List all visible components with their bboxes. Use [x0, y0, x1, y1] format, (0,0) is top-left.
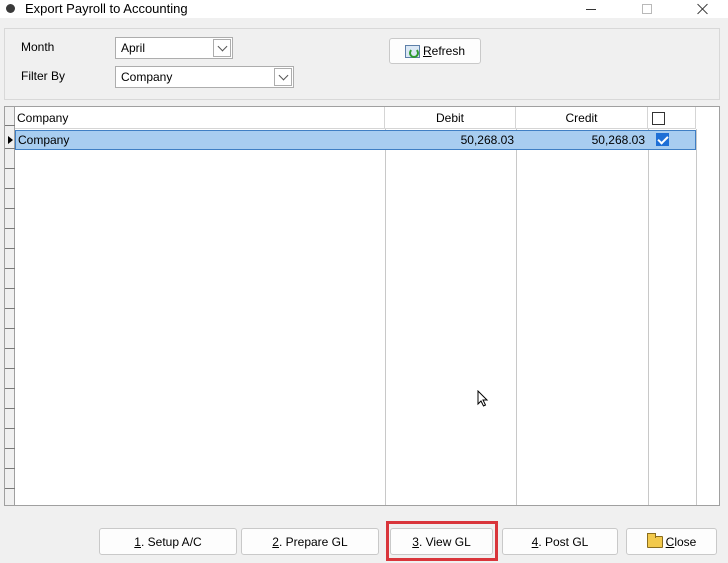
row-header — [5, 290, 15, 309]
month-label: Month — [21, 40, 55, 54]
row-header — [5, 190, 15, 209]
row-header — [5, 430, 15, 449]
row-header — [5, 150, 15, 169]
setup-ac-button[interactable]: 1. Setup A/C — [99, 528, 237, 555]
close-icon — [697, 3, 709, 15]
row-checkbox[interactable] — [656, 133, 669, 146]
row-header — [5, 370, 15, 389]
minimize-icon — [586, 8, 596, 10]
refresh-label: efresh — [431, 44, 466, 58]
window-body: Month April Filter By Company Refresh Co… — [0, 18, 728, 563]
setup-label: . Setup A/C — [140, 534, 202, 549]
select-all-checkbox[interactable] — [652, 112, 665, 125]
prepare-gl-button[interactable]: 2. Prepare GL — [241, 528, 379, 555]
row-header — [5, 250, 15, 269]
prepare-accelerator: 2 — [272, 534, 279, 549]
month-value: April — [121, 41, 146, 55]
column-divider — [696, 129, 697, 505]
row-header — [5, 330, 15, 349]
row-header — [5, 390, 15, 409]
row-header — [5, 410, 15, 429]
close-accelerator: C — [665, 534, 675, 549]
filter-panel: Month April Filter By Company Refresh — [4, 28, 720, 100]
row-header — [5, 230, 15, 249]
row-header — [5, 170, 15, 189]
refresh-button[interactable]: Refresh — [389, 38, 481, 64]
row-header — [5, 210, 15, 229]
column-divider — [385, 129, 386, 505]
row-header — [5, 270, 15, 289]
filter-by-select[interactable]: Company — [115, 66, 294, 88]
chevron-down-icon — [278, 70, 288, 80]
row-header — [5, 470, 15, 489]
post-label: . Post GL — [538, 534, 589, 549]
filter-by-label: Filter By — [21, 69, 66, 83]
close-label: lose — [674, 534, 697, 549]
maximize-button[interactable] — [624, 0, 670, 18]
prepare-label: . Prepare GL — [278, 534, 348, 549]
refresh-icon — [404, 44, 420, 58]
month-dropdown-button[interactable] — [213, 39, 231, 57]
app-icon — [6, 4, 15, 13]
chevron-down-icon — [217, 41, 227, 51]
column-header-debit[interactable]: Debit — [385, 107, 516, 129]
column-divider — [648, 129, 649, 505]
folder-icon — [646, 532, 663, 548]
maximize-icon — [642, 4, 652, 14]
row-header-current[interactable] — [5, 130, 15, 149]
month-select[interactable]: April — [115, 37, 233, 59]
refresh-accelerator: R — [422, 44, 432, 58]
close-window-button[interactable] — [680, 0, 726, 18]
post-gl-button[interactable]: 4. Post GL — [502, 528, 618, 555]
mouse-pointer-icon — [477, 390, 489, 407]
view-gl-highlight — [386, 521, 498, 561]
filter-by-dropdown-button[interactable] — [274, 68, 292, 86]
setup-accelerator: 1 — [134, 534, 141, 549]
close-button[interactable]: Close — [626, 528, 717, 555]
column-header-credit[interactable]: Credit — [516, 107, 648, 129]
column-divider — [516, 129, 517, 505]
row-header — [5, 350, 15, 369]
row-header — [5, 310, 15, 329]
column-header-company[interactable]: Company — [15, 107, 385, 129]
cell-company: Company — [18, 133, 70, 147]
cell-credit: 50,268.03 — [591, 133, 645, 147]
window-title: Export Payroll to Accounting — [25, 1, 188, 16]
table-row[interactable]: Company 50,268.03 50,268.03 — [15, 130, 696, 150]
row-header — [5, 107, 15, 126]
minimize-button[interactable] — [568, 0, 614, 18]
row-header — [5, 450, 15, 469]
post-accelerator: 4 — [531, 534, 539, 549]
title-bar: Export Payroll to Accounting — [0, 0, 728, 18]
row-header-column — [5, 107, 15, 505]
accounts-grid[interactable]: Company Debit Credit Company 50,268.03 5… — [4, 106, 720, 506]
filter-by-value: Company — [121, 70, 173, 84]
cell-debit: 50,268.03 — [460, 133, 514, 147]
column-header-select-all[interactable] — [648, 107, 696, 129]
